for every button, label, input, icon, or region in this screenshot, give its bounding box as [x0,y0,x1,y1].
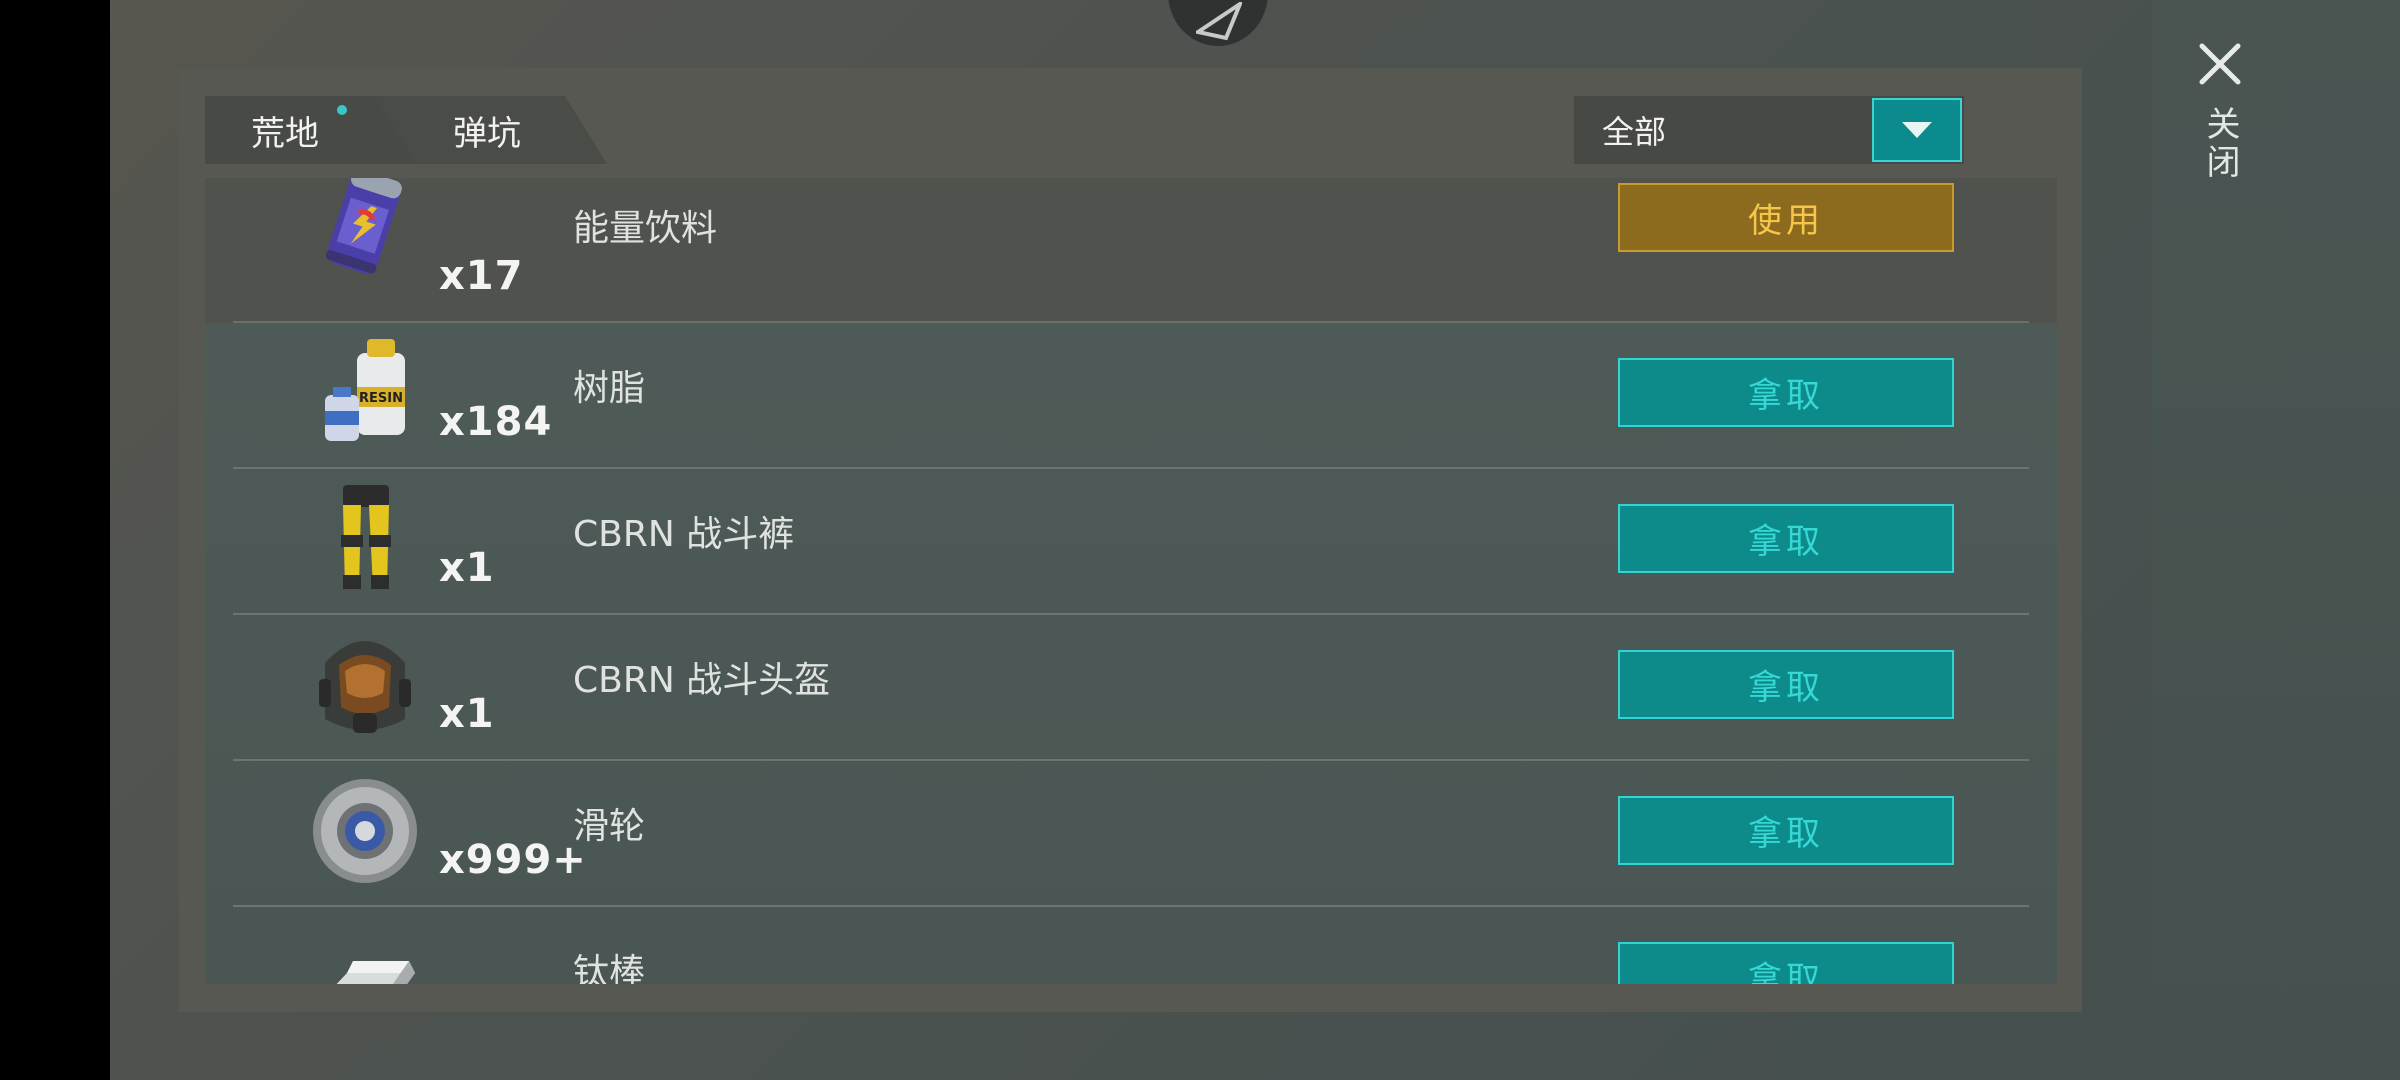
close-icon [2199,43,2241,85]
cbrn-pants-icon [341,485,391,589]
loot-panel: 荒地 弹坑 全部 x17 能量饮料 使用 RESIN x184 树脂 拿取 x1… [179,68,2082,1012]
list-item: x1 CBRN 战斗头盔 拿取 [205,615,2057,761]
item-name: CBRN 战斗头盔 [573,660,831,701]
tab-label: 弹坑 [453,113,521,154]
filter-dropdown[interactable]: 全部 [1574,96,1964,164]
item-name: 树脂 [573,368,646,409]
list-item: x17 能量饮料 使用 [205,178,2057,323]
item-name: CBRN 战斗裤 [573,514,795,555]
item-quantity: x1 [439,691,495,737]
energy-drink-icon [325,178,402,274]
take-button[interactable]: 拿取 [1618,796,1954,865]
resin-icon: RESIN [325,339,405,441]
item-quantity: x1 [439,545,495,591]
tab-label: 荒地 [251,113,319,154]
use-button[interactable]: 使用 [1618,183,1954,252]
chevron-down-icon [1902,122,1932,138]
item-quantity: x21 [439,983,523,984]
list-item: RESIN x184 树脂 拿取 [205,323,2057,469]
item-quantity: x184 [439,399,553,445]
take-button[interactable]: 拿取 [1618,504,1954,573]
list-item: x21 钛棒 拿取 [205,907,2057,984]
paper-plane-icon [1196,2,1242,41]
list-item: x1 CBRN 战斗裤 拿取 [205,469,2057,615]
item-quantity: x17 [439,253,524,299]
close-label: 关闭 [2200,106,2240,182]
item-quantity: x999+ [439,837,587,883]
item-name: 钛棒 [573,952,646,984]
svg-text:RESIN: RESIN [359,391,403,406]
take-button[interactable]: 拿取 [1618,650,1954,719]
filter-selected: 全部 [1602,113,1667,151]
take-button[interactable]: 拿取 [1618,942,1954,984]
take-button[interactable]: 拿取 [1618,358,1954,427]
close-button[interactable]: 关闭 [2185,40,2255,220]
item-name: 滑轮 [573,806,646,847]
titanium-bar-icon [336,961,415,984]
item-name: 能量饮料 [573,208,718,249]
pulley-icon [313,779,417,883]
notification-dot [337,105,347,115]
cbrn-helmet-icon [319,641,411,733]
list-item: x999+ 滑轮 拿取 [205,761,2057,907]
item-list[interactable]: x17 能量饮料 使用 RESIN x184 树脂 拿取 x1 CBRN 战斗裤… [205,178,2057,984]
filter-toggle[interactable] [1872,98,1962,162]
